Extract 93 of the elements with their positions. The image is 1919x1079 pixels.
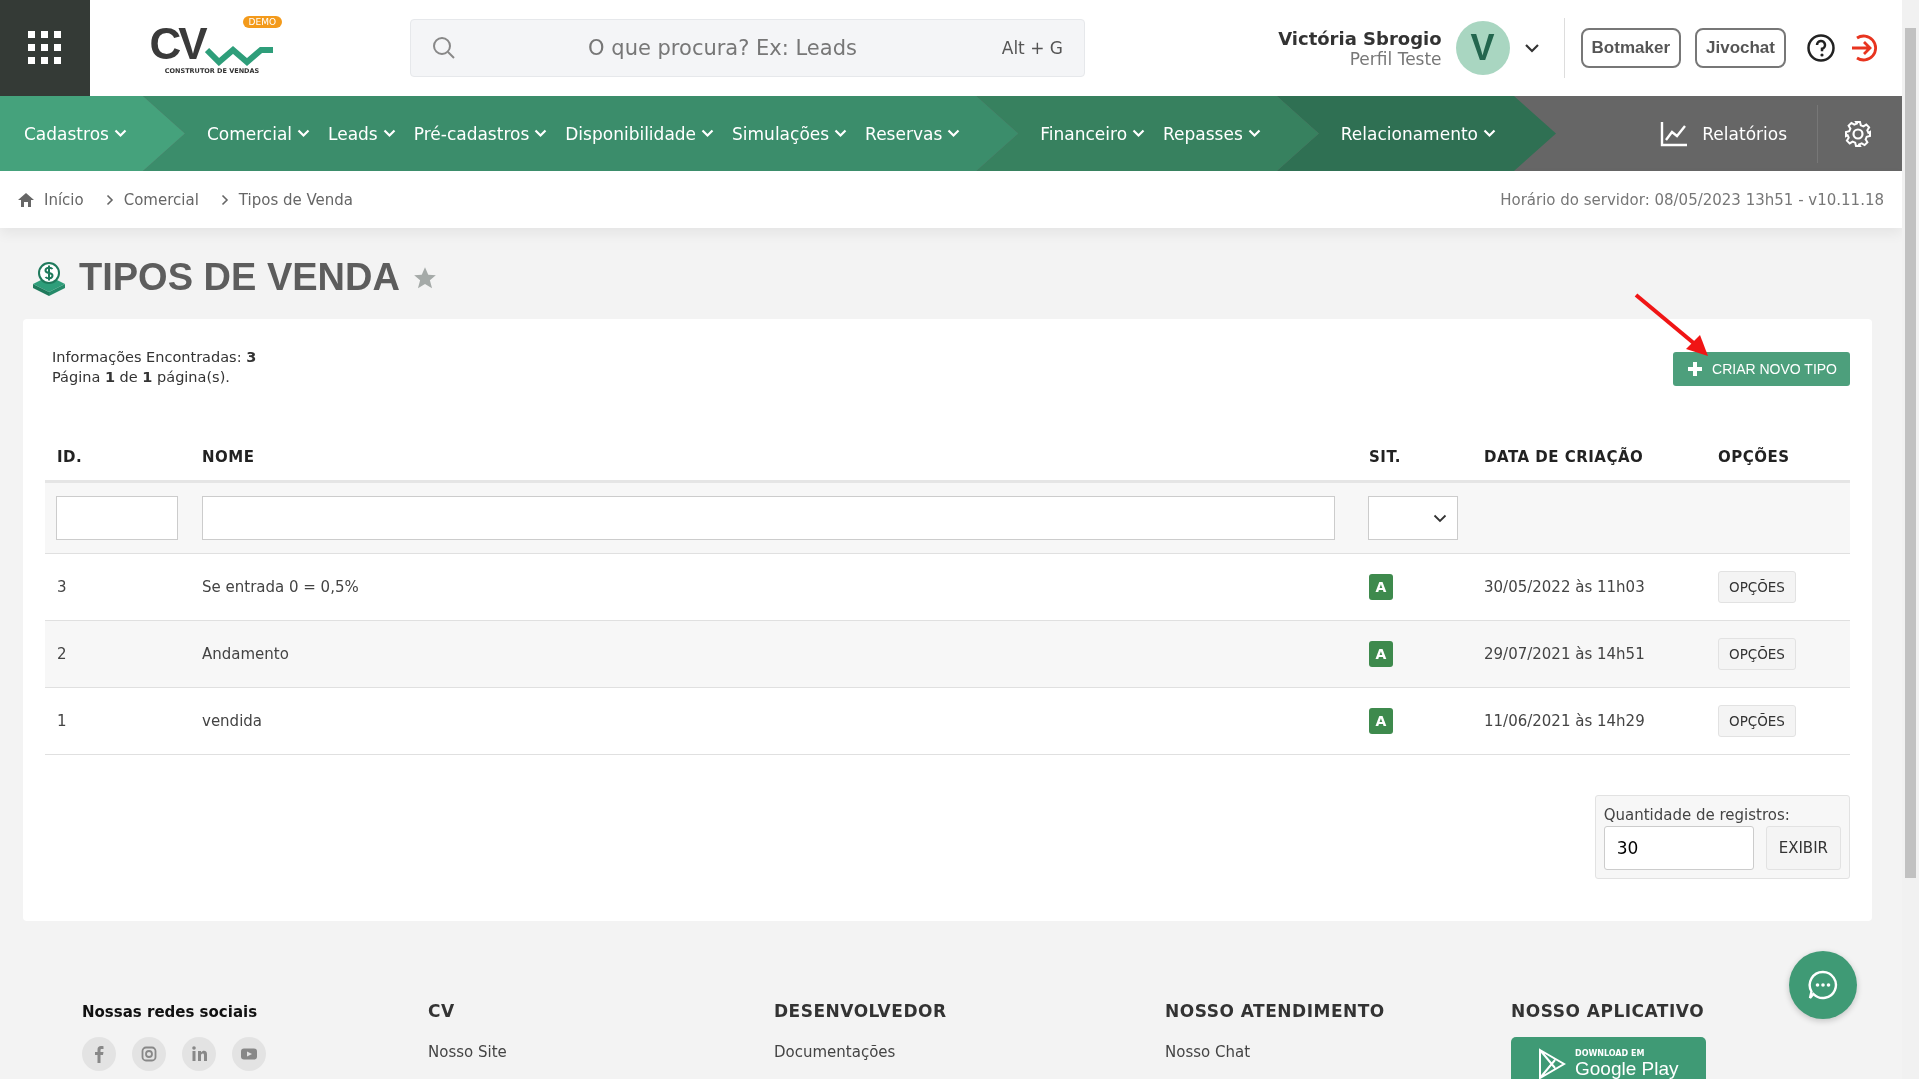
settings-icon[interactable] (1844, 119, 1872, 148)
integration-button[interactable]: Jivochat (1695, 28, 1786, 68)
line-chart-icon (1660, 120, 1689, 147)
chevron-down-icon (1433, 513, 1447, 523)
google-play-badge[interactable]: DOWNLOAD EM Google Play (1511, 1037, 1706, 1079)
user-profile: Perfil Teste (1349, 48, 1442, 69)
table-cell: Andamento (202, 645, 289, 663)
options-button[interactable]: OPÇÕES (1718, 705, 1796, 737)
home-icon (18, 192, 34, 207)
nav-menu-item[interactable]: Simulações (732, 123, 848, 144)
options-button[interactable]: OPÇÕES (1718, 638, 1796, 670)
breadcrumb-link[interactable]: Comercial (123, 190, 199, 209)
page-title: TIPOS DE VENDA (79, 256, 400, 299)
search-icon (432, 36, 456, 60)
footer-link[interactable]: Documentações (774, 1043, 1165, 1061)
grid-icon (28, 31, 62, 65)
column-header: NOME (201, 448, 256, 466)
table-cell: Se entrada 0 = 0,5% (202, 578, 359, 596)
table-cell: 1 (57, 712, 67, 730)
integration-button[interactable]: Botmaker (1580, 28, 1681, 68)
chevron-down-icon (834, 129, 848, 138)
chevron-down-icon[interactable] (1523, 43, 1540, 53)
footer-link[interactable]: Nosso Chat (1165, 1043, 1511, 1061)
demo-badge: DEMO (242, 15, 282, 28)
logo-letters: CV (149, 21, 205, 66)
footer-heading: CV (428, 1001, 456, 1021)
nav-menu-item[interactable]: Repasses (1163, 123, 1261, 144)
user-avatar[interactable]: V (1455, 21, 1510, 75)
table-cell: vendida (202, 712, 262, 730)
play-store-icon (1537, 1048, 1567, 1079)
table-cell: 3 (57, 578, 67, 596)
instagram-icon[interactable] (132, 1037, 166, 1071)
chevron-down-icon (382, 129, 396, 138)
breadcrumb-current: Tipos de Venda (238, 190, 354, 209)
plus-icon (1687, 361, 1703, 377)
linkedin-icon[interactable] (182, 1037, 216, 1071)
footer-heading: NOSSO ATENDIMENTO (1165, 1001, 1386, 1021)
chevron-right-icon (105, 193, 114, 206)
chat-bubble-icon (1807, 969, 1839, 1001)
shortcut-hint: Alt + G (1001, 38, 1063, 58)
chat-button[interactable] (1789, 951, 1857, 1019)
name-filter-field[interactable] (202, 496, 1335, 540)
table-cell: 11/06/2021 às 14h29 (1484, 712, 1645, 730)
status-badge: A (1369, 708, 1393, 734)
nav-menu-item[interactable]: Financeiro (1040, 123, 1146, 144)
chevron-down-icon (1482, 129, 1496, 138)
records-field[interactable]: 30 (1603, 826, 1754, 870)
pagination-info: Página 1 de 1 página(s). (52, 369, 231, 385)
options-button[interactable]: OPÇÕES (1718, 571, 1796, 603)
column-header: OPÇÕES (1717, 448, 1791, 466)
status-badge: A (1369, 641, 1393, 667)
nav-menu-item[interactable]: Disponibilidade (565, 123, 715, 144)
facebook-icon[interactable] (82, 1037, 116, 1071)
show-button[interactable]: EXIBIR (1765, 826, 1841, 870)
chevron-down-icon (701, 129, 715, 138)
chevron-down-icon (113, 129, 127, 138)
table-cell: 30/05/2022 às 11h03 (1484, 578, 1645, 596)
footer-heading: Nossas redes sociais (82, 1003, 259, 1021)
nav-menu-item[interactable]: Relacionamento (1340, 123, 1496, 144)
breadcrumb-link[interactable]: Início (44, 190, 84, 209)
chevron-down-icon (1132, 129, 1146, 138)
table-cell: 29/07/2021 às 14h51 (1484, 645, 1645, 663)
chevron-down-icon (534, 129, 548, 138)
results-count: Informações Encontradas: 3 (52, 349, 257, 365)
youtube-icon[interactable] (232, 1037, 266, 1071)
status-filter-dropdown[interactable] (1368, 496, 1458, 540)
help-icon[interactable] (1806, 33, 1836, 63)
records-label: Quantidade de registros: (1603, 806, 1791, 824)
id-filter-field[interactable] (56, 496, 178, 540)
nav-menu-item[interactable]: Pré-cadastros (413, 123, 548, 144)
user-name: Victória Sbrogio (1278, 27, 1442, 49)
chevron-down-icon (947, 129, 961, 138)
column-header: ID. (56, 448, 84, 466)
reports-link[interactable]: Relatórios (1660, 120, 1787, 147)
nav-menu-item[interactable]: Cadastros (24, 123, 127, 144)
nav-menu-item[interactable]: Comercial (206, 123, 311, 144)
chevron-down-icon (297, 129, 311, 138)
column-header: DATA DE CRIAÇÃO (1483, 448, 1645, 466)
nav-menu-item[interactable]: Reservas (865, 123, 961, 144)
footer-heading: NOSSO APLICATIVO (1511, 1001, 1706, 1021)
server-time: Horário do servidor: 08/05/2023 13h51 - v10.11.18 (1500, 190, 1884, 209)
chevron-right-icon (220, 193, 229, 206)
column-header: SIT. (1368, 448, 1403, 466)
nav-menu-item[interactable]: Leads (328, 123, 396, 144)
create-button[interactable]: CRIAR NOVO TIPO (1673, 352, 1850, 386)
chevron-down-icon (1247, 129, 1261, 138)
money-box-icon (31, 259, 67, 296)
footer-link[interactable]: Nosso Site (428, 1043, 774, 1061)
table-cell: 2 (57, 645, 67, 663)
apps-menu-button[interactable] (0, 0, 90, 96)
scrollbar[interactable] (1902, 0, 1919, 1079)
footer-heading: DESENVOLVEDOR (774, 1001, 948, 1021)
status-badge: A (1369, 574, 1393, 600)
